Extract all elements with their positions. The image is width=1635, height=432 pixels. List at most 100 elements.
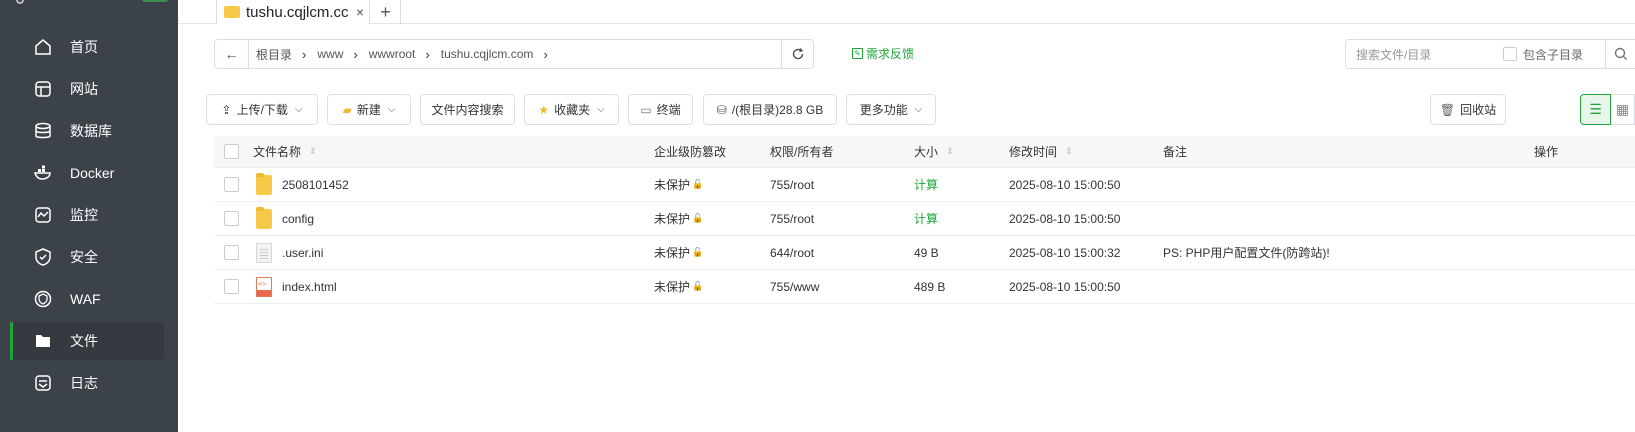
sidebar-item-label: 日志 (70, 375, 98, 391)
sidebar-item-docker[interactable]: Docker (12, 154, 164, 192)
terminal-icon: ▭ (640, 102, 652, 117)
sidebar-item-logs[interactable]: 日志 (12, 364, 164, 402)
sidebar-item-monitor[interactable]: 监控 (12, 196, 164, 234)
sidebar-item-label: 数据库 (70, 123, 112, 139)
tab-tushu[interactable]: tushu.cqjlcm.cc × (216, 0, 370, 24)
close-icon[interactable]: × (351, 4, 369, 20)
refresh-icon[interactable] (781, 40, 813, 68)
table-row[interactable]: index.html 未保护 🔓 755/www 489 B 2025-08-1… (214, 270, 1635, 304)
row-checkbox[interactable] (224, 168, 239, 201)
tamper-status[interactable]: 未保护 🔓 (654, 236, 703, 269)
more-functions-button[interactable]: 更多功能 ⌵ (846, 94, 936, 125)
header-name[interactable]: 文件名称 ⇕ (253, 136, 317, 167)
tamper-status[interactable]: 未保护 🔓 (654, 202, 703, 235)
terminal-label: 终端 (656, 103, 681, 117)
file-name-label: config (282, 211, 315, 226)
more-label: 更多功能 (859, 103, 908, 117)
header-tamper: 企业级防篡改 (654, 145, 727, 159)
mtime: 2025-08-10 15:00:32 (1009, 245, 1121, 260)
note[interactable]: PS: PHP用户配置文件(防跨站)! (1163, 236, 1330, 269)
sidebar-item-security[interactable]: 安全 (12, 238, 164, 276)
sort-icon: ⇕ (1065, 146, 1073, 156)
permission[interactable]: 755/root (770, 202, 814, 235)
grid-view-icon[interactable]: ▦ (1611, 94, 1635, 125)
list-view-icon[interactable]: ☰ (1580, 94, 1611, 125)
sidebar-item-website[interactable]: 网站 (12, 70, 164, 108)
breadcrumb-item[interactable]: www (310, 47, 349, 61)
tamper-status[interactable]: 未保护 🔓 (654, 270, 703, 303)
search-icon[interactable] (1605, 40, 1635, 68)
mtime: 2025-08-10 15:00:50 (1009, 177, 1121, 192)
sidebar-item-label: 监控 (70, 207, 98, 223)
row-checkbox[interactable] (224, 202, 239, 235)
table-row[interactable]: config 未保护 🔓 755/root 计算 2025-08-10 15:0… (214, 202, 1635, 236)
header-size-label: 大小 (914, 145, 939, 159)
folder-icon (256, 172, 272, 195)
tab-bar: tushu.cqjlcm.cc × + (178, 0, 1635, 24)
calculate-size-link[interactable]: 计算 (914, 168, 938, 201)
back-arrow-icon[interactable]: ← (215, 40, 249, 68)
file-size: 489 B (914, 279, 946, 294)
disk-button[interactable]: ⛁ /(根目录)28.8 GB (703, 94, 837, 125)
mtime: 2025-08-10 15:00:50 (1009, 211, 1121, 226)
content-search-label: 文件内容搜索 (431, 103, 504, 117)
new-folder-icon: ▰ (342, 102, 352, 117)
home-icon (32, 36, 54, 58)
unlock-icon: 🔓 (692, 281, 704, 291)
content-search-button[interactable]: 文件内容搜索 (420, 94, 515, 125)
calculate-size-link[interactable]: 计算 (914, 202, 938, 235)
select-all-checkbox[interactable] (224, 136, 239, 167)
breadcrumb: 根目录 › www › wwwroot › tushu.cqjlcm.com › (249, 40, 781, 68)
sort-icon: ⇕ (309, 146, 317, 156)
table-row[interactable]: 2508101452 未保护 🔓 755/root 计算 2025-08-10 … (214, 168, 1635, 202)
sidebar-item-label: 网站 (70, 81, 98, 97)
recycle-bin-button[interactable]: 🗑 回收站 (1430, 94, 1506, 125)
row-checkbox[interactable] (224, 236, 239, 269)
tab-label: tushu.cqjlcm.cc (246, 3, 349, 21)
sidebar-item-label: 安全 (70, 249, 98, 265)
sidebar-item-files[interactable]: 文件 (10, 322, 164, 360)
address-bar[interactable]: ← 根目录 › www › wwwroot › tushu.cqjlcm.com… (214, 39, 814, 69)
header-mtime-label: 修改时间 (1009, 145, 1058, 159)
permission[interactable]: 755/www (770, 270, 819, 303)
feedback-link[interactable]: ✎ 需求反馈 (852, 45, 914, 62)
file-name[interactable]: index.html (256, 270, 337, 303)
breadcrumb-item[interactable]: tushu.cqjlcm.com (434, 47, 540, 61)
sidebar-item-label: Docker (70, 165, 115, 181)
html-file-icon (256, 276, 272, 297)
favorites-button[interactable]: ★ 收藏夹 ⌵ (524, 94, 619, 125)
waf-icon (32, 288, 54, 310)
permission[interactable]: 755/root (770, 168, 814, 201)
header-mtime[interactable]: 修改时间 ⇕ (1009, 136, 1073, 167)
search-input[interactable]: 搜索文件/目录 (1356, 46, 1503, 63)
breadcrumb-item[interactable]: 根目录 (249, 46, 298, 63)
upload-download-button[interactable]: ⇪ 上传/下载 ⌵ (206, 94, 318, 125)
include-subdir-checkbox[interactable] (1502, 47, 1517, 61)
permission[interactable]: 644/root (770, 236, 814, 269)
sidebar-item-waf[interactable]: WAF (12, 280, 164, 318)
tamper-label: 未保护 (654, 178, 691, 192)
sidebar-item-label: 文件 (70, 333, 98, 349)
file-name[interactable]: .user.ini (256, 236, 323, 269)
tamper-status[interactable]: 未保护 🔓 (654, 168, 703, 201)
row-checkbox[interactable] (224, 270, 239, 303)
file-name[interactable]: config (256, 202, 314, 235)
table-row[interactable]: .user.ini 未保护 🔓 644/root 49 B 2025-08-10… (214, 236, 1635, 270)
chevron-down-icon: ⌵ (387, 104, 396, 115)
tamper-label: 未保护 (654, 212, 691, 226)
file-size: 49 B (914, 245, 939, 260)
breadcrumb-item[interactable]: wwwroot (362, 47, 422, 61)
chevron-right-icon: › (353, 46, 358, 62)
new-button[interactable]: ▰ 新建 ⌵ (327, 94, 411, 125)
sidebar-top-toggle[interactable] (142, 0, 168, 2)
add-tab-button[interactable]: + (371, 0, 401, 24)
sidebar-item-label: WAF (70, 291, 101, 307)
header-size[interactable]: 大小 ⇕ (914, 136, 954, 167)
file-name-label: 2508101452 (282, 177, 349, 192)
chevron-right-icon: › (302, 46, 307, 62)
terminal-button[interactable]: ▭ 终端 (628, 94, 693, 125)
sidebar-item-database[interactable]: 数据库 (12, 112, 164, 150)
header-permission: 权限/所有者 (770, 145, 834, 159)
file-name[interactable]: 2508101452 (256, 168, 349, 201)
sidebar-item-home[interactable]: 首页 (12, 28, 164, 66)
